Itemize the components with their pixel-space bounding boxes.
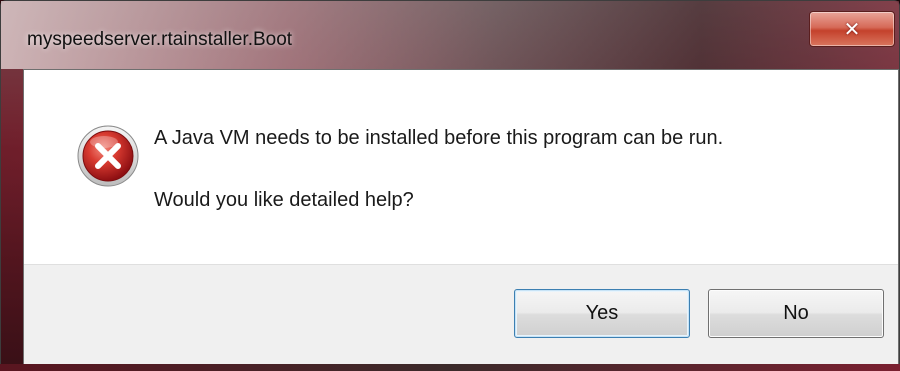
- message-dialog-window: myspeedserver.rtainstaller.Boot ✕ A Java…: [0, 0, 900, 371]
- yes-button[interactable]: Yes: [514, 289, 690, 338]
- desktop-background: myspeedserver.rtainstaller.Boot ✕ A Java…: [0, 0, 900, 371]
- desktop-background-strip: [0, 364, 900, 371]
- title-bar[interactable]: myspeedserver.rtainstaller.Boot ✕: [1, 1, 899, 69]
- no-button[interactable]: No: [708, 289, 884, 338]
- close-button[interactable]: ✕: [809, 11, 895, 47]
- button-bar: Yes No: [24, 264, 898, 365]
- message-area: A Java VM needs to be installed before t…: [24, 70, 898, 264]
- close-icon: ✕: [843, 17, 861, 41]
- help-question: Would you like detailed help?: [154, 189, 414, 211]
- error-message: A Java VM needs to be installed before t…: [154, 127, 724, 149]
- error-icon: [77, 125, 139, 187]
- dialog-content: A Java VM needs to be installed before t…: [23, 69, 899, 365]
- window-title: myspeedserver.rtainstaller.Boot: [27, 29, 293, 50]
